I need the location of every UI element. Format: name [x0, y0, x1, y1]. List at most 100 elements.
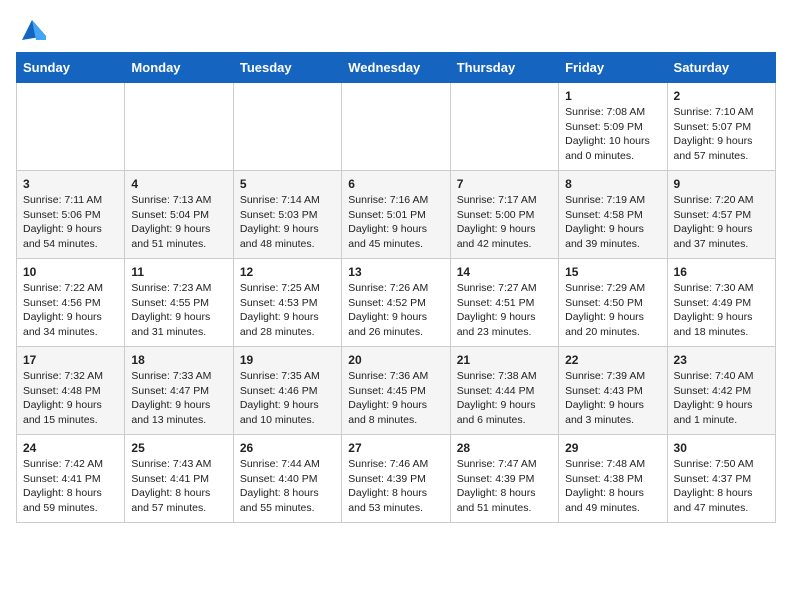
calendar-cell: 12 Sunrise: 7:25 AMSunset: 4:53 PMDayligh… — [233, 259, 341, 347]
day-number: 4 — [131, 177, 226, 191]
day-number: 28 — [457, 441, 552, 455]
day-info: Sunrise: 7:27 AMSunset: 4:51 PMDaylight:… — [457, 281, 552, 340]
calendar-cell: 18 Sunrise: 7:33 AMSunset: 4:47 PMDayligh… — [125, 347, 233, 435]
weekday-sunday: Sunday — [17, 53, 125, 83]
calendar-cell: 23 Sunrise: 7:40 AMSunset: 4:42 PMDayligh… — [667, 347, 775, 435]
day-number: 24 — [23, 441, 118, 455]
calendar-cell — [233, 83, 341, 171]
day-info: Sunrise: 7:22 AMSunset: 4:56 PMDaylight:… — [23, 281, 118, 340]
day-info: Sunrise: 7:40 AMSunset: 4:42 PMDaylight:… — [674, 369, 769, 428]
calendar-week-1: 1Sunrise: 7:08 AMSunset: 5:09 PMDaylight… — [17, 83, 776, 171]
calendar-cell: 11Sunrise: 7:23 AMSunset: 4:55 PMDayligh… — [125, 259, 233, 347]
calendar-cell: 28 Sunrise: 7:47 AMSunset: 4:39 PMDayligh… — [450, 435, 558, 523]
weekday-thursday: Thursday — [450, 53, 558, 83]
calendar-cell: 15 Sunrise: 7:29 AMSunset: 4:50 PMDayligh… — [559, 259, 667, 347]
calendar-cell: 16 Sunrise: 7:30 AMSunset: 4:49 PMDayligh… — [667, 259, 775, 347]
day-info: Sunrise: 7:16 AMSunset: 5:01 PMDaylight:… — [348, 193, 443, 252]
day-info: Sunrise: 7:47 AMSunset: 4:39 PMDaylight:… — [457, 457, 552, 516]
day-info: Sunrise: 7:30 AMSunset: 4:49 PMDaylight:… — [674, 281, 769, 340]
day-info: Sunrise: 7:26 AMSunset: 4:52 PMDaylight:… — [348, 281, 443, 340]
day-info: Sunrise: 7:29 AMSunset: 4:50 PMDaylight:… — [565, 281, 660, 340]
day-number: 25 — [131, 441, 226, 455]
calendar-week-3: 10 Sunrise: 7:22 AMSunset: 4:56 PMDayligh… — [17, 259, 776, 347]
day-info: Sunrise: 7:36 AMSunset: 4:45 PMDaylight:… — [348, 369, 443, 428]
day-info: Sunrise: 7:33 AMSunset: 4:47 PMDaylight:… — [131, 369, 226, 428]
weekday-saturday: Saturday — [667, 53, 775, 83]
calendar-header: SundayMondayTuesdayWednesdayThursdayFrid… — [17, 53, 776, 83]
calendar-cell: 1Sunrise: 7:08 AMSunset: 5:09 PMDaylight… — [559, 83, 667, 171]
day-number: 2 — [674, 89, 769, 103]
calendar-week-2: 3 Sunrise: 7:11 AMSunset: 5:06 PMDaylight… — [17, 171, 776, 259]
day-number: 9 — [674, 177, 769, 191]
day-number: 29 — [565, 441, 660, 455]
day-number: 27 — [348, 441, 443, 455]
day-number: 18 — [131, 353, 226, 367]
day-number: 16 — [674, 265, 769, 279]
day-number: 11 — [131, 265, 226, 279]
day-info: Sunrise: 7:46 AMSunset: 4:39 PMDaylight:… — [348, 457, 443, 516]
calendar-week-5: 24Sunrise: 7:42 AMSunset: 4:41 PMDayligh… — [17, 435, 776, 523]
day-info: Sunrise: 7:13 AMSunset: 5:04 PMDaylight:… — [131, 193, 226, 252]
day-number: 3 — [23, 177, 118, 191]
calendar-cell — [342, 83, 450, 171]
calendar-cell: 5 Sunrise: 7:14 AMSunset: 5:03 PMDaylight… — [233, 171, 341, 259]
calendar-body: 1Sunrise: 7:08 AMSunset: 5:09 PMDaylight… — [17, 83, 776, 523]
day-info: Sunrise: 7:50 AMSunset: 4:37 PMDaylight:… — [674, 457, 769, 516]
day-number: 14 — [457, 265, 552, 279]
weekday-friday: Friday — [559, 53, 667, 83]
calendar-cell — [450, 83, 558, 171]
calendar-cell: 4 Sunrise: 7:13 AMSunset: 5:04 PMDaylight… — [125, 171, 233, 259]
day-number: 17 — [23, 353, 118, 367]
day-info: Sunrise: 7:38 AMSunset: 4:44 PMDaylight:… — [457, 369, 552, 428]
day-number: 22 — [565, 353, 660, 367]
day-number: 21 — [457, 353, 552, 367]
logo — [16, 16, 46, 44]
day-info: Sunrise: 7:48 AMSunset: 4:38 PMDaylight:… — [565, 457, 660, 516]
day-number: 6 — [348, 177, 443, 191]
calendar-cell: 29 Sunrise: 7:48 AMSunset: 4:38 PMDayligh… — [559, 435, 667, 523]
calendar-cell — [17, 83, 125, 171]
day-number: 8 — [565, 177, 660, 191]
calendar-cell: 27 Sunrise: 7:46 AMSunset: 4:39 PMDayligh… — [342, 435, 450, 523]
day-info: Sunrise: 7:14 AMSunset: 5:03 PMDaylight:… — [240, 193, 335, 252]
calendar-cell: 24Sunrise: 7:42 AMSunset: 4:41 PMDayligh… — [17, 435, 125, 523]
weekday-wednesday: Wednesday — [342, 53, 450, 83]
calendar-cell: 9 Sunrise: 7:20 AMSunset: 4:57 PMDaylight… — [667, 171, 775, 259]
day-info: Sunrise: 7:35 AMSunset: 4:46 PMDaylight:… — [240, 369, 335, 428]
day-info: Sunrise: 7:19 AMSunset: 4:58 PMDaylight:… — [565, 193, 660, 252]
day-number: 5 — [240, 177, 335, 191]
day-number: 26 — [240, 441, 335, 455]
day-info: Sunrise: 7:25 AMSunset: 4:53 PMDaylight:… — [240, 281, 335, 340]
day-info: Sunrise: 7:39 AMSunset: 4:43 PMDaylight:… — [565, 369, 660, 428]
weekday-header-row: SundayMondayTuesdayWednesdayThursdayFrid… — [17, 53, 776, 83]
day-info: Sunrise: 7:08 AMSunset: 5:09 PMDaylight:… — [565, 105, 660, 164]
day-info: Sunrise: 7:44 AMSunset: 4:40 PMDaylight:… — [240, 457, 335, 516]
day-number: 19 — [240, 353, 335, 367]
day-info: Sunrise: 7:11 AMSunset: 5:06 PMDaylight:… — [23, 193, 118, 252]
calendar-cell: 8 Sunrise: 7:19 AMSunset: 4:58 PMDaylight… — [559, 171, 667, 259]
logo-icon — [18, 16, 46, 44]
day-info: Sunrise: 7:20 AMSunset: 4:57 PMDaylight:… — [674, 193, 769, 252]
day-number: 20 — [348, 353, 443, 367]
calendar-cell: 19 Sunrise: 7:35 AMSunset: 4:46 PMDayligh… — [233, 347, 341, 435]
calendar-cell: 3 Sunrise: 7:11 AMSunset: 5:06 PMDaylight… — [17, 171, 125, 259]
day-info: Sunrise: 7:32 AMSunset: 4:48 PMDaylight:… — [23, 369, 118, 428]
calendar-cell: 13 Sunrise: 7:26 AMSunset: 4:52 PMDayligh… — [342, 259, 450, 347]
weekday-tuesday: Tuesday — [233, 53, 341, 83]
calendar-cell: 30 Sunrise: 7:50 AMSunset: 4:37 PMDayligh… — [667, 435, 775, 523]
calendar-cell — [125, 83, 233, 171]
day-info: Sunrise: 7:17 AMSunset: 5:00 PMDaylight:… — [457, 193, 552, 252]
calendar-cell: 22 Sunrise: 7:39 AMSunset: 4:43 PMDayligh… — [559, 347, 667, 435]
calendar-cell: 25 Sunrise: 7:43 AMSunset: 4:41 PMDayligh… — [125, 435, 233, 523]
day-number: 30 — [674, 441, 769, 455]
day-number: 23 — [674, 353, 769, 367]
weekday-monday: Monday — [125, 53, 233, 83]
calendar-cell: 10 Sunrise: 7:22 AMSunset: 4:56 PMDayligh… — [17, 259, 125, 347]
calendar-week-4: 17 Sunrise: 7:32 AMSunset: 4:48 PMDayligh… — [17, 347, 776, 435]
day-number: 10 — [23, 265, 118, 279]
page-header — [16, 16, 776, 44]
day-info: Sunrise: 7:43 AMSunset: 4:41 PMDaylight:… — [131, 457, 226, 516]
day-number: 13 — [348, 265, 443, 279]
day-number: 15 — [565, 265, 660, 279]
day-number: 12 — [240, 265, 335, 279]
